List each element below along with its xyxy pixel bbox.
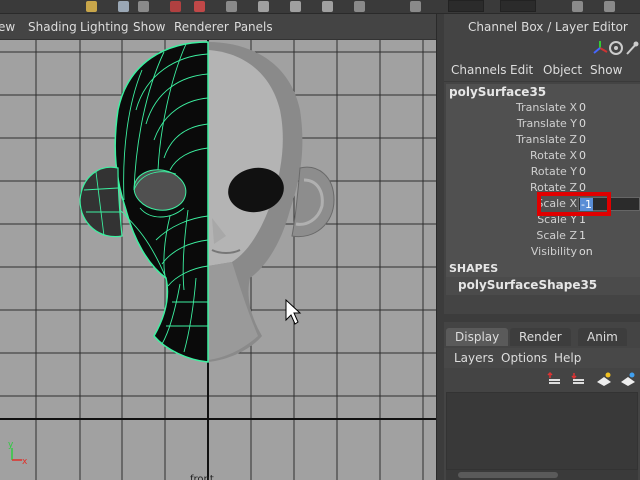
channel-box-menu-bar: Channels Edit Object Show [444, 60, 640, 82]
menu-view[interactable]: ew [0, 20, 15, 34]
new-layer-selected-icon[interactable] [620, 371, 636, 387]
attr-label: Translate Y [516, 117, 577, 130]
attr-row-scale-z[interactable]: Scale Z 1 [446, 228, 640, 244]
pin-icon[interactable] [624, 40, 640, 56]
channel-box-title: Channel Box / Layer Editor [468, 20, 628, 34]
attr-label: Rotate X [529, 149, 577, 162]
scrollbar-thumb[interactable] [458, 472, 558, 478]
attr-row-translate-z[interactable]: Translate Z 0 [446, 132, 640, 148]
toggle-icon[interactable] [572, 1, 583, 12]
lasso-tool-icon[interactable] [194, 1, 205, 12]
save-icon[interactable] [118, 1, 129, 12]
channel-box-panel: Channel Box / Layer Editor Channels Edit… [444, 14, 640, 480]
shape-name: polySurfaceShape35 [458, 278, 598, 292]
snap-curve-icon[interactable] [290, 1, 301, 12]
attr-label: Translate X [516, 101, 577, 114]
layer-toolbar [444, 368, 640, 390]
attr-value[interactable]: 0 [578, 117, 640, 131]
attr-row-rotate-x[interactable]: Rotate X 0 [446, 148, 640, 164]
layer-menu-bar: Layers Options Help [444, 348, 640, 368]
menu-show[interactable]: Show [133, 20, 165, 34]
select-tool-icon[interactable] [170, 1, 181, 12]
panel-splitter[interactable] [436, 14, 444, 480]
panel-toggle-icon[interactable] [604, 1, 615, 12]
input-field-1[interactable] [448, 0, 484, 12]
menu-show[interactable]: Show [590, 63, 622, 77]
render-icon[interactable] [410, 1, 421, 12]
attr-row-translate-x[interactable]: Translate X 0 [446, 100, 640, 116]
menu-shading[interactable]: Shading [28, 20, 77, 34]
viewport-canvas[interactable]: y x front [0, 40, 436, 480]
viewport-panel[interactable]: ew Shading Lighting Show Renderer Panels [0, 14, 436, 480]
attr-row-visibility[interactable]: Visibility on [446, 244, 640, 260]
attr-row-translate-y[interactable]: Translate Y 0 [446, 116, 640, 132]
history-icon[interactable] [354, 1, 365, 12]
tab-display[interactable]: Display [446, 328, 509, 346]
attr-value[interactable]: 0 [578, 165, 640, 179]
tab-render[interactable]: Render [510, 328, 571, 346]
attr-row-rotate-y[interactable]: Rotate Y 0 [446, 164, 640, 180]
layer-editor-tabs: Display Render Anim [444, 328, 640, 346]
attr-label: Translate Z [516, 133, 577, 146]
move-layer-down-icon[interactable] [570, 371, 586, 387]
axis-icon[interactable] [592, 40, 608, 56]
horizontal-scrollbar[interactable] [446, 470, 638, 480]
menu-options[interactable]: Options [501, 351, 547, 365]
move-layer-up-icon[interactable] [546, 371, 562, 387]
shapes-header: SHAPES [449, 262, 499, 275]
object-name[interactable]: polySurface35 [449, 85, 546, 99]
menu-edit[interactable]: Edit [510, 63, 533, 77]
undo-icon[interactable] [138, 1, 149, 12]
paint-tool-icon[interactable] [226, 1, 237, 12]
camera-label: front [190, 474, 214, 480]
top-toolbar [0, 0, 640, 14]
menu-channels[interactable]: Channels [451, 63, 507, 77]
input-field-2[interactable] [500, 0, 536, 12]
menu-renderer[interactable]: Renderer [174, 20, 229, 34]
layer-list[interactable] [446, 392, 638, 470]
attr-value[interactable]: 0 [578, 133, 640, 147]
highlight-annotation-box [537, 192, 611, 216]
attr-value[interactable]: on [578, 245, 640, 259]
shape-node-row[interactable]: polySurfaceShape35 [446, 277, 640, 295]
menu-lighting[interactable]: Lighting [80, 20, 129, 34]
settings-icon[interactable] [608, 40, 624, 56]
folder-icon[interactable] [86, 1, 97, 12]
snap-point-icon[interactable] [322, 1, 333, 12]
menu-help[interactable]: Help [554, 351, 581, 365]
attr-value[interactable]: 1 [578, 229, 640, 243]
tab-anim[interactable]: Anim [578, 328, 627, 346]
attr-value[interactable]: 0 [578, 101, 640, 115]
attr-label: Rotate Y [530, 165, 577, 178]
menu-layers[interactable]: Layers [454, 351, 494, 365]
menu-panels[interactable]: Panels [234, 20, 273, 34]
attr-label: Visibility [530, 245, 577, 258]
horizontal-splitter[interactable] [444, 314, 640, 322]
menu-object[interactable]: Object [543, 63, 582, 77]
snap-grid-icon[interactable] [258, 1, 269, 12]
attr-value[interactable]: 0 [578, 149, 640, 163]
axis-y-label: y [8, 440, 14, 450]
new-empty-layer-icon[interactable] [596, 371, 612, 387]
viewport-menu-bar: ew Shading Lighting Show Renderer Panels [0, 14, 436, 40]
axis-x-label: x [22, 457, 28, 467]
channel-box-body: polySurface35 Translate X 0 Translate Y … [446, 84, 640, 295]
attr-label: Scale Z [536, 229, 577, 242]
